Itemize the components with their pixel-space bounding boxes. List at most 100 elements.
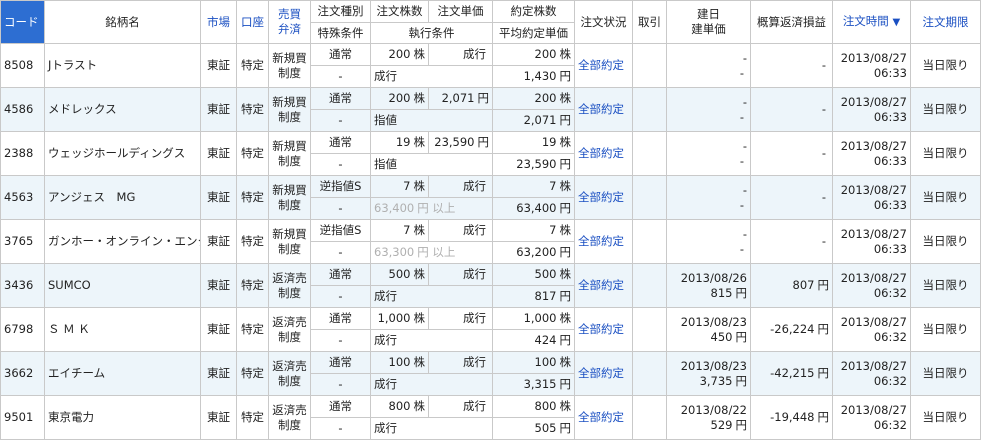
special-value: - xyxy=(338,245,343,259)
status-cell[interactable]: 全部約定 xyxy=(574,219,633,264)
filled-cell: 7株 xyxy=(492,219,575,242)
order-history-table: コード 銘柄名 市場 口座 売買 弁済 注文種別 注文株数 注文単価 約定株数 … xyxy=(0,0,981,440)
col-pnl-label: 概算返済損益 xyxy=(757,14,826,29)
pnl-value: - xyxy=(821,58,826,72)
avg-unit-value: 円 xyxy=(559,289,572,303)
avg-unit-value: 円 xyxy=(559,377,572,391)
code-value: 2388 xyxy=(4,146,34,160)
status-link[interactable]: 全部約定 xyxy=(578,190,624,204)
qty-cell: 500 株 xyxy=(370,263,429,286)
market-value: 東証 xyxy=(207,146,230,160)
status-link[interactable]: 全部約定 xyxy=(578,366,624,380)
status-cell[interactable]: 全部約定 xyxy=(574,175,633,220)
filled-unit-value: 株 xyxy=(559,355,572,369)
status-cell[interactable]: 全部約定 xyxy=(574,263,633,308)
filled-cell: 1,000 株 xyxy=(492,307,575,330)
ordertime-cell: 2013/08/27 06:32 xyxy=(832,395,911,440)
open-price-unit-value: 円 xyxy=(735,285,748,300)
col-code-header[interactable]: コード xyxy=(0,0,45,44)
side-system-label: 制度 xyxy=(278,285,301,300)
cancel-cell xyxy=(632,263,667,308)
status-link[interactable]: 全部約定 xyxy=(578,410,624,424)
expiry-value: 当日限り xyxy=(922,322,969,336)
name-value: 東京電力 xyxy=(48,410,94,424)
avg-cell: 424 円 xyxy=(492,329,575,352)
account-value: 特定 xyxy=(241,278,264,292)
qty-unit-value: 株 xyxy=(413,179,426,193)
status-cell[interactable]: 全部約定 xyxy=(574,43,633,88)
account-value: 特定 xyxy=(241,322,264,336)
status-link[interactable]: 全部約定 xyxy=(578,278,624,292)
open-date-value: 2013/08/23 xyxy=(680,358,747,373)
col-buysell-header[interactable]: 売買 弁済 xyxy=(268,0,311,44)
order-date-value: 2013/08/27 xyxy=(840,314,907,329)
avg-unit-value: 円 xyxy=(559,201,572,215)
status-link[interactable]: 全部約定 xyxy=(578,146,624,160)
col-expiry-header[interactable]: 注文期限 xyxy=(910,0,981,44)
side-system-label: 制度 xyxy=(278,241,301,256)
status-link[interactable]: 全部約定 xyxy=(578,102,624,116)
name-cell: SUMCO xyxy=(44,263,201,308)
code-cell: 4586 xyxy=(0,87,45,132)
qty-cell: 100 株 xyxy=(370,351,429,374)
open-price-value: 529 xyxy=(710,417,733,432)
open-date-value: - xyxy=(742,226,747,241)
cancel-cell xyxy=(632,43,667,88)
pnl-cell: - xyxy=(750,219,833,264)
exec-cell: 指値 xyxy=(370,153,493,176)
avg-unit-value: 円 xyxy=(559,157,572,171)
pnl-value: -19,448 xyxy=(770,410,815,424)
avg-cell: 63,400 円 xyxy=(492,197,575,220)
name-value: SUMCO xyxy=(48,278,91,292)
ordertime-cell: 2013/08/27 06:33 xyxy=(832,219,911,264)
code-cell: 3765 xyxy=(0,219,45,264)
col-ordertime-header[interactable]: 注文時間 ▼ xyxy=(832,0,911,44)
open-price-value: - xyxy=(739,153,744,168)
cancel-cell xyxy=(632,131,667,176)
open-price-value: - xyxy=(739,197,744,212)
status-cell[interactable]: 全部約定 xyxy=(574,395,633,440)
status-link[interactable]: 全部約定 xyxy=(578,322,624,336)
expiry-cell: 当日限り xyxy=(910,351,981,396)
status-cell[interactable]: 全部約定 xyxy=(574,307,633,352)
col-avg-header: 平均約定単価 xyxy=(492,22,575,44)
col-opendate-header: 建日 建単価 xyxy=(666,0,751,44)
avg-value: 63,400 xyxy=(516,201,557,215)
price-cell: 成行 xyxy=(428,263,493,286)
qty-value: 200 xyxy=(388,91,411,105)
qty-value: 500 xyxy=(388,267,411,281)
account-value: 特定 xyxy=(241,366,264,380)
name-value: ガンホー・オンライン・エンター xyxy=(48,234,200,248)
account-cell: 特定 xyxy=(236,175,269,220)
status-cell[interactable]: 全部約定 xyxy=(574,351,633,396)
name-cell: メドレックス xyxy=(44,87,201,132)
col-market-header[interactable]: 市場 xyxy=(200,0,237,44)
exec-cell: 63,300 円 以上 xyxy=(370,241,493,264)
avg-value: 2,071 xyxy=(523,113,557,127)
order-time-value: 06:32 xyxy=(873,285,907,300)
avg-cell: 23,590 円 xyxy=(492,153,575,176)
col-price-label: 注文単価 xyxy=(437,4,484,18)
open-price-value: - xyxy=(670,198,747,213)
status-cell[interactable]: 全部約定 xyxy=(574,131,633,176)
pnl-cell: - xyxy=(750,87,833,132)
table-header: コード 銘柄名 市場 口座 売買 弁済 注文種別 注文株数 注文単価 約定株数 … xyxy=(0,0,981,44)
opendate-cell: 2013/08/23 450 円 xyxy=(666,307,751,352)
open-date-value: - xyxy=(742,94,747,109)
opendate-cell: - - xyxy=(666,175,751,220)
status-link[interactable]: 全部約定 xyxy=(578,58,624,72)
order-type-value: 通常 xyxy=(329,267,352,281)
col-account-header[interactable]: 口座 xyxy=(236,0,269,44)
side-system-label: 制度 xyxy=(278,65,301,80)
price-cell: 成行 xyxy=(428,219,493,242)
price-cell: 成行 xyxy=(428,307,493,330)
status-cell[interactable]: 全部約定 xyxy=(574,87,633,132)
col-special-header: 特殊条件 xyxy=(310,22,371,44)
col-avg-label: 平均約定単価 xyxy=(499,25,568,40)
ordertype-cell: 通常 xyxy=(310,307,371,330)
exec-price-value: 63,300 xyxy=(374,245,415,259)
price-cell: 2,071 円 xyxy=(428,87,493,110)
status-link[interactable]: 全部約定 xyxy=(578,234,624,248)
account-cell: 特定 xyxy=(236,219,269,264)
col-filled-label: 約定株数 xyxy=(510,4,557,18)
